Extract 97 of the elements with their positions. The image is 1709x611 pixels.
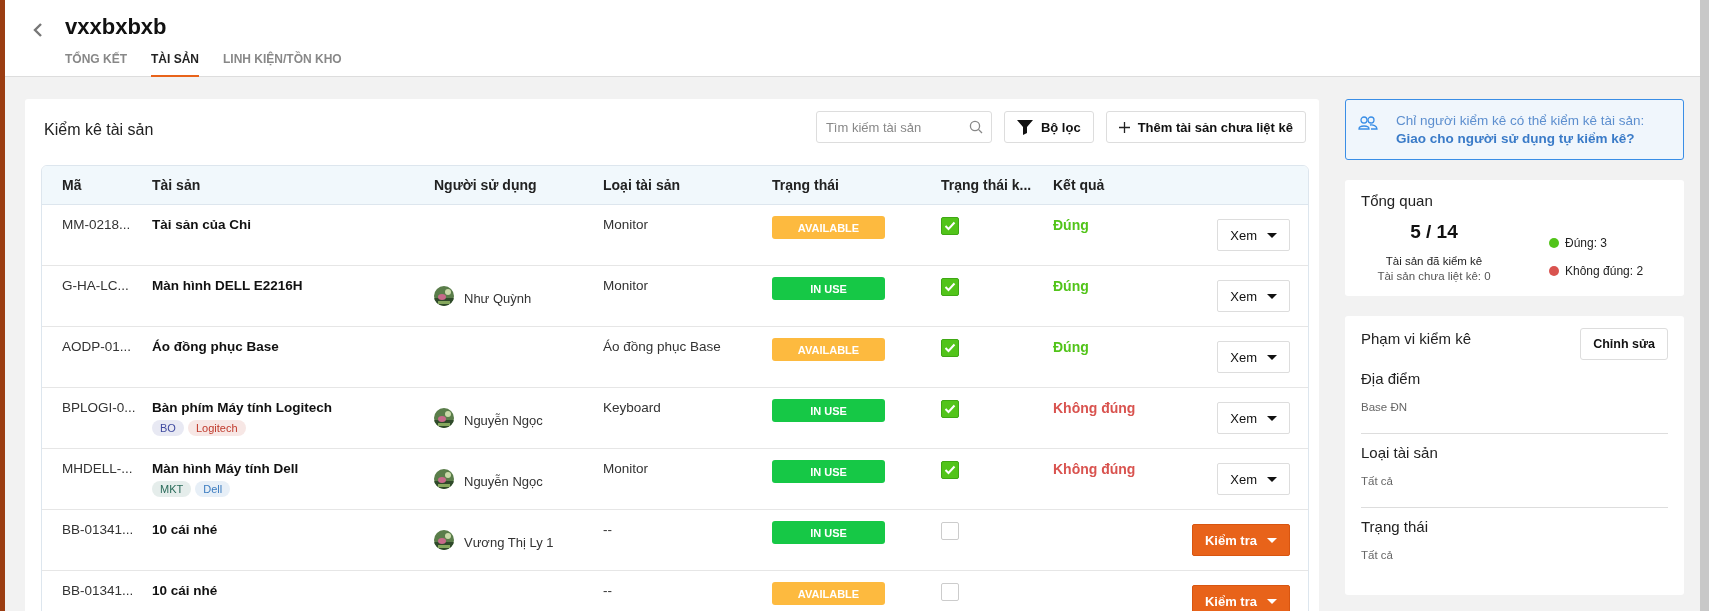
tag: Dell [195,481,231,497]
section-value: Tất cả [1361,549,1394,561]
user-name: Vương Thị Ly 1 [464,534,554,550]
asset-name: 10 cái nhé [152,583,219,598]
result-text: Đúng [1053,217,1089,233]
view-button[interactable]: Xem [1217,402,1290,434]
edit-button[interactable]: Chỉnh sửa [1580,328,1668,360]
card-title: Kiểm kê tài sản [44,121,154,139]
tag: BO [152,420,184,436]
caret-icon [1267,598,1277,604]
users-icon [1358,115,1378,131]
checkbox[interactable] [941,217,959,235]
user-name: Nguyễn Ngọc [464,473,543,489]
search-icon [968,120,983,134]
user-name: Như Quỳnh [464,290,532,306]
view-button[interactable]: Xem [1217,341,1290,373]
table-cell-text: BB-01341... [62,583,135,600]
legend-label: Không đúng: 2 [1565,263,1644,278]
table-cell-text: G-HA-LC... [62,278,130,295]
plus-icon [1118,121,1130,133]
status-badge: IN USE [772,399,885,422]
view-button[interactable]: Xem [1217,219,1290,251]
status-badge: IN USE [772,460,885,483]
result-text: Đúng [1053,339,1089,355]
table-cell-text: BPLOGI-0... [62,400,137,417]
column-header: Kết quả [1053,177,1106,193]
panel-title: Tổng quan [1361,192,1434,209]
column-header: Trạng thái [772,177,840,193]
count-label: Tài sản đã kiểm kê [1385,255,1483,267]
column-header: Người sử dụng [434,177,538,193]
section-label: Trạng thái [1361,518,1429,535]
caret-icon [1267,354,1277,360]
checkbox[interactable] [941,278,959,296]
checkbox[interactable] [941,400,959,418]
asset-name: 10 cái nhé [152,522,219,537]
user-name: Nguyễn Ngọc [464,412,543,428]
asset-name: Bàn phím Máy tính Logitech [152,400,333,415]
column-header: Tài sản [152,177,202,193]
column-header: Trạng thái k... [941,177,1033,193]
audited-count: 5 / 14 [1410,221,1458,243]
filter-button[interactable]: Bộ lọc [1003,111,1094,143]
asset-name: Màn hình Máy tính Dell [152,461,300,476]
table-cell-text: -- [603,583,613,600]
section-value: Base ĐN [1361,401,1409,413]
status-badge: AVAILABLE [772,582,885,605]
caret-icon [1267,232,1277,238]
caret-icon [1267,537,1277,543]
table-cell-text: Áo đồng phục Base [603,339,722,356]
status-badge: IN USE [772,521,885,544]
asset-name: Áo đồng phục Base [152,339,280,354]
status-badge: AVAILABLE [772,216,885,239]
asset-name: Màn hình DELL E2216H [152,278,304,293]
table-cell-text: Monitor [603,461,649,478]
result-text: Không đúng [1053,461,1136,477]
assign-link[interactable]: Giao cho người sử dụng tự kiểm kê? [1396,131,1645,146]
add-button[interactable]: Thêm tài sản chưa liệt kê [1105,111,1306,143]
panel-title: Phạm vi kiểm kê [1361,330,1472,347]
back-icon[interactable] [33,23,43,37]
notice-text: Chỉ người kiểm kê có thể kiểm kê tài sản: [1396,113,1645,128]
checkbox[interactable] [941,339,959,357]
checkbox[interactable] [941,583,959,601]
checkbox[interactable] [941,461,959,479]
section-value: Tất cả [1361,475,1394,487]
page-title: vxxbxbxb [65,14,167,40]
result-text: Đúng [1053,278,1089,294]
asset-name: Tài sản của Chi [152,217,253,232]
tab[interactable]: LINH KIỆN/TỒN KHO [223,50,342,77]
legend-label: Đúng: 3 [1565,235,1608,250]
table-cell-text: Monitor [603,217,649,234]
column-header: Loại tài sản [603,177,682,193]
search-field[interactable]: Tìm kiếm tài sản [815,111,992,143]
result-text: Không đúng [1053,400,1136,416]
table-cell-text: -- [603,522,613,539]
table-cell-text: MHDELL-... [62,461,134,478]
table-cell-text: AODP-01... [62,339,133,356]
unlisted-count: Tài sản chưa liệt kê: 0 [1377,270,1491,282]
scrollbar[interactable] [1700,0,1709,611]
section-label: Loại tài sản [1361,444,1439,461]
view-button[interactable]: Xem [1217,463,1290,495]
tag: Logitech [187,420,246,436]
tab[interactable]: TÀI SẢN [151,50,199,77]
caret-icon [1267,293,1277,299]
column-header: Mã [62,177,83,193]
status-badge: IN USE [772,277,885,300]
funnel-icon [1016,119,1033,135]
caret-icon [1267,476,1277,482]
table-cell-text: BB-01341... [62,522,135,539]
section-label: Địa điểm [1361,370,1422,387]
table-cell-text: Keyboard [603,400,662,417]
caret-icon [1267,415,1277,421]
view-button[interactable]: Xem [1217,280,1290,312]
table-cell-text: MM-0218... [62,217,132,234]
table-cell-text: Monitor [603,278,649,295]
tab[interactable]: TỔNG KẾT [65,50,127,77]
status-badge: AVAILABLE [772,338,885,361]
checkbox[interactable] [941,522,959,540]
tag: MKT [152,481,192,497]
